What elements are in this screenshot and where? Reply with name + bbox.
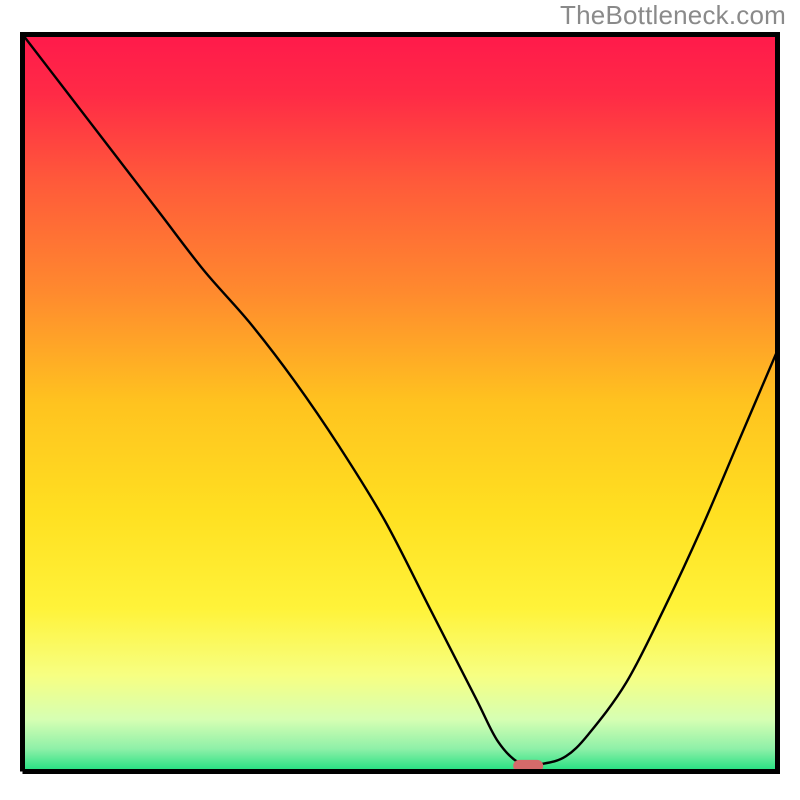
chart-svg [20, 32, 780, 774]
chart-plot-area [20, 32, 780, 774]
chart-background-gradient [23, 35, 777, 771]
watermark-text: TheBottleneck.com [560, 0, 786, 31]
page-root: TheBottleneck.com [0, 0, 800, 800]
